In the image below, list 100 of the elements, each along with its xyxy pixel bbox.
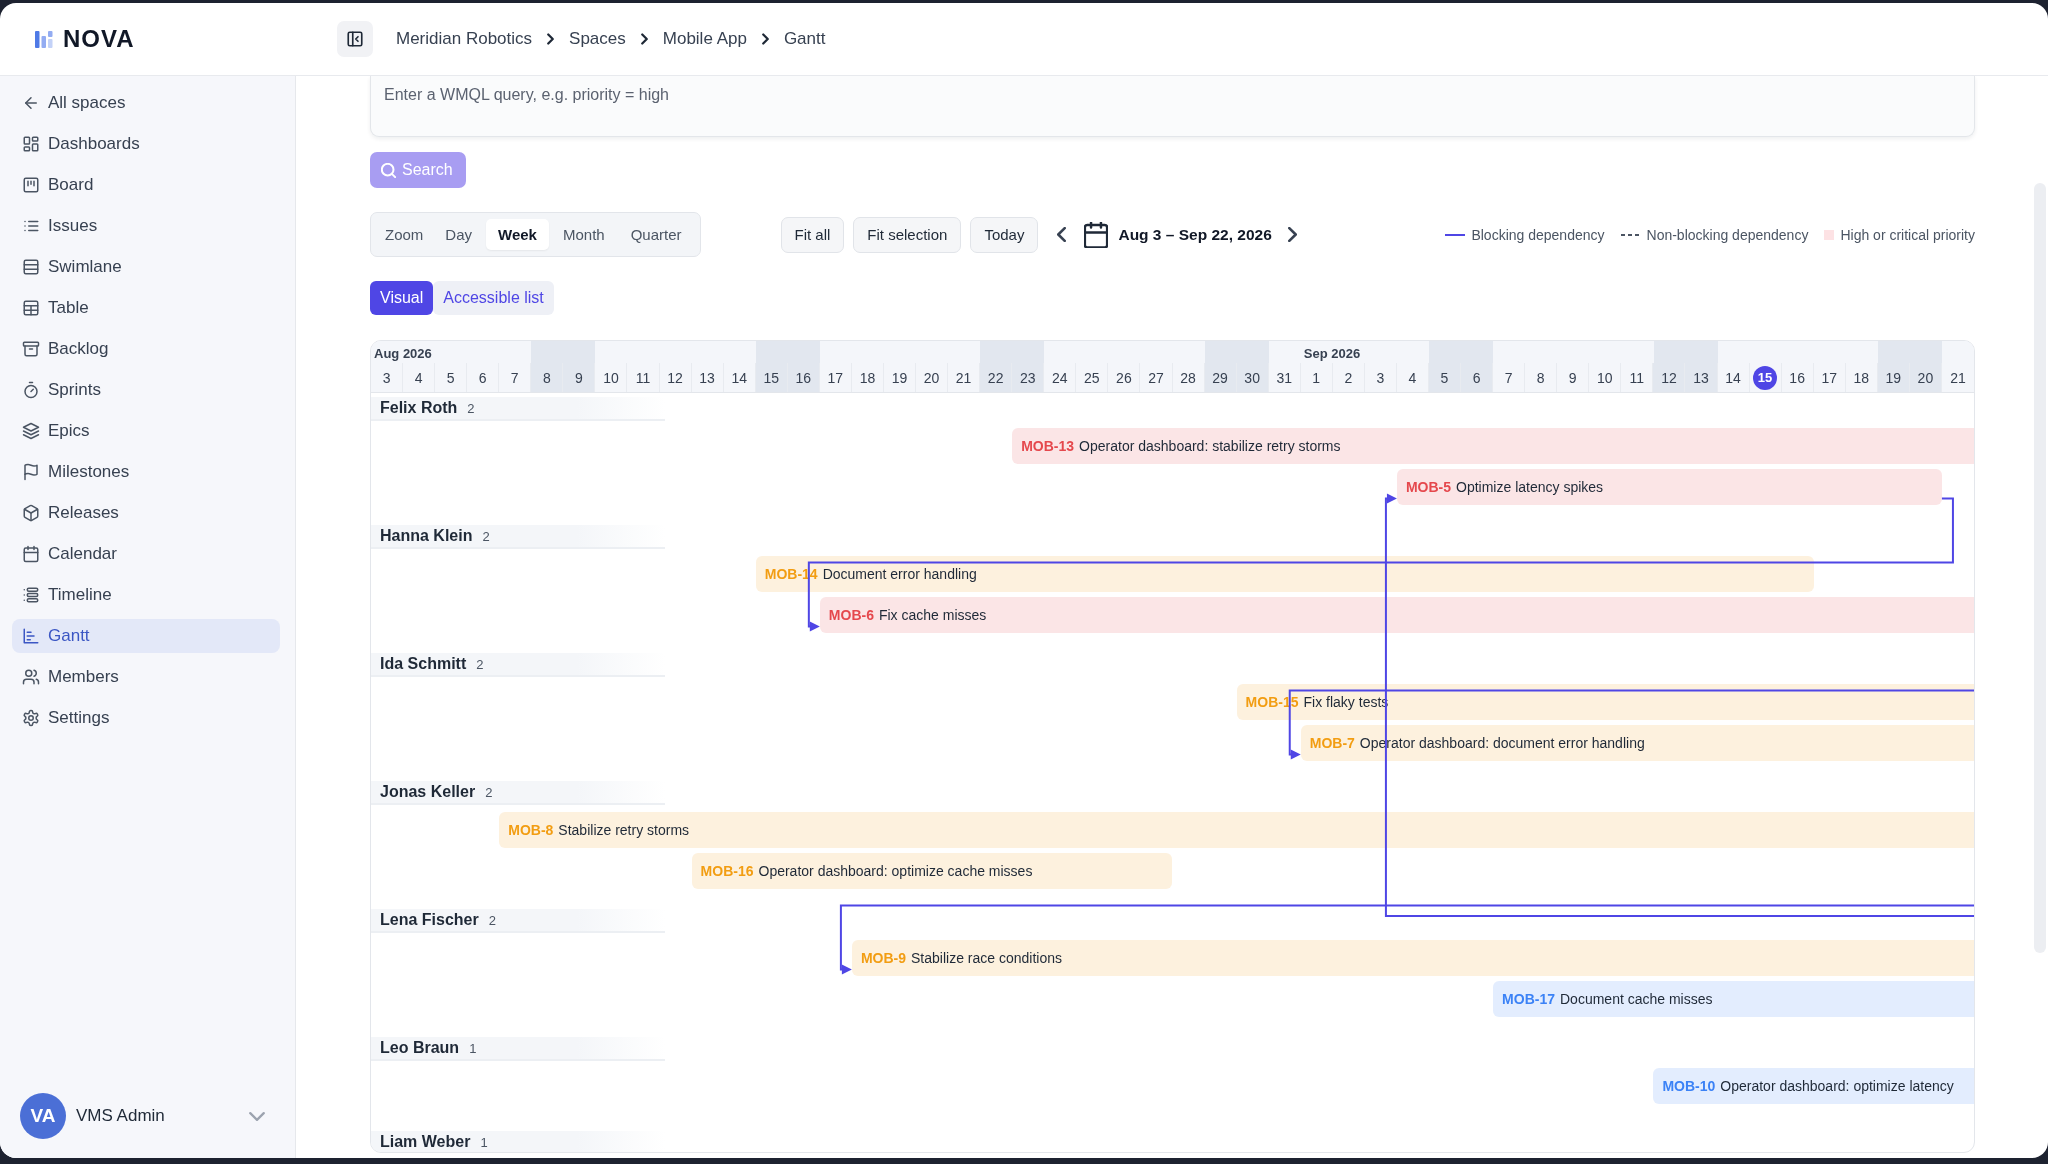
date-range-label: Aug 3 – Sep 22, 2026 bbox=[1118, 225, 1272, 244]
sidebar-toggle-button[interactable] bbox=[337, 21, 373, 57]
user-avatar: VA bbox=[20, 1093, 66, 1139]
day-header-cell: 9 bbox=[563, 363, 596, 392]
previous-range-button[interactable] bbox=[1055, 225, 1069, 244]
nav-item[interactable]: Swimlane bbox=[12, 250, 280, 284]
users-icon bbox=[22, 668, 40, 686]
view-tab[interactable]: Visual bbox=[370, 281, 434, 315]
solid-line-icon bbox=[1445, 233, 1466, 236]
nav-item[interactable]: Table bbox=[12, 291, 280, 325]
day-header-cell: 23 bbox=[1012, 363, 1045, 392]
nav-item[interactable]: Dashboards bbox=[12, 127, 280, 161]
task-title: Fix cache misses bbox=[878, 606, 987, 623]
flag-icon bbox=[22, 463, 40, 481]
zoom-option[interactable]: Week bbox=[486, 219, 549, 250]
nav-item[interactable]: Backlog bbox=[12, 332, 280, 366]
task-key: MOB-16 bbox=[700, 862, 754, 879]
timeline-icon bbox=[22, 586, 40, 604]
table-icon bbox=[22, 299, 40, 317]
zoom-option[interactable]: Month bbox=[550, 219, 617, 250]
group-count: 2 bbox=[482, 528, 490, 544]
nav-item[interactable]: Epics bbox=[12, 414, 280, 448]
day-header-cell: 12 bbox=[1653, 363, 1686, 392]
task-title: Document cache misses bbox=[1560, 990, 1713, 1007]
dashed-line-icon bbox=[1620, 233, 1641, 236]
task-bar[interactable]: MOB-17 Document cache misses bbox=[1493, 980, 1974, 1017]
zoom-option[interactable]: Quarter bbox=[618, 219, 694, 250]
nav-item[interactable]: Calendar bbox=[12, 537, 280, 571]
breadcrumb-link[interactable]: Mobile App bbox=[662, 29, 747, 49]
task-key: MOB-17 bbox=[1502, 990, 1555, 1007]
legend-label: Blocking dependency bbox=[1471, 226, 1605, 243]
panel-left-icon bbox=[346, 30, 364, 48]
day-header-cell: 16 bbox=[787, 363, 820, 392]
day-header-cell: 30 bbox=[1236, 363, 1269, 392]
legend-label: High or critical priority bbox=[1840, 226, 1975, 243]
task-key: MOB-5 bbox=[1405, 478, 1452, 495]
search-icon bbox=[381, 162, 396, 178]
nav-item[interactable]: All spaces bbox=[12, 86, 280, 120]
task-bar[interactable]: MOB-13 Operator dashboard: stabilize retry storms bbox=[1012, 427, 1974, 464]
zoom-option[interactable]: Day bbox=[433, 219, 485, 250]
fit-selection-button[interactable]: Fit selection bbox=[853, 216, 962, 253]
layers-icon bbox=[22, 422, 40, 440]
day-header-cell: 20 bbox=[1909, 363, 1942, 392]
task-key: MOB-9 bbox=[860, 949, 906, 966]
view-tab[interactable]: Accessible list bbox=[433, 281, 554, 315]
task-key: MOB-10 bbox=[1662, 1077, 1716, 1094]
day-header-cell: 22 bbox=[980, 363, 1013, 392]
app-name: NOVA bbox=[63, 25, 135, 53]
calendar-icon bbox=[1084, 221, 1109, 248]
nav-item[interactable]: Gantt bbox=[12, 619, 280, 653]
settings-icon bbox=[22, 709, 40, 727]
breadcrumb-link[interactable]: Spaces bbox=[569, 29, 626, 49]
chevron-right-icon bbox=[639, 33, 649, 45]
chevron-right-icon bbox=[546, 33, 556, 45]
day-header-cell: 19 bbox=[1877, 363, 1910, 392]
group-name: Leo Braun bbox=[380, 1039, 460, 1057]
group-name: Jonas Keller bbox=[380, 783, 476, 801]
task-title: Optimize latency spikes bbox=[1456, 478, 1604, 495]
group-count: 2 bbox=[476, 656, 484, 672]
task-bar[interactable]: MOB-5 Optimize latency spikes bbox=[1396, 468, 1942, 505]
package-icon bbox=[22, 504, 40, 522]
day-header-cell: 6 bbox=[1461, 363, 1494, 392]
task-bar[interactable]: MOB-6 Fix cache misses bbox=[819, 596, 1974, 633]
group-name: Liam Weber bbox=[380, 1133, 471, 1151]
arrow-left-icon bbox=[22, 94, 40, 112]
day-header-cell: 5 bbox=[1428, 363, 1462, 392]
group-count: 1 bbox=[469, 1040, 477, 1056]
task-bar[interactable]: MOB-8 Stabilize retry storms bbox=[499, 811, 1974, 848]
day-header-cell: 15 bbox=[755, 363, 788, 392]
day-header-cell: 13 bbox=[1685, 363, 1718, 392]
nav-item[interactable]: Milestones bbox=[12, 455, 280, 489]
nav-item[interactable]: Settings bbox=[12, 701, 280, 735]
task-bar[interactable]: MOB-16 Operator dashboard: optimize cache misses bbox=[691, 852, 1173, 889]
user-name: VMS Admin bbox=[76, 1106, 165, 1126]
breadcrumb-current: Gantt bbox=[783, 29, 826, 49]
fit-all-button[interactable]: Fit all bbox=[780, 216, 845, 253]
nav-item[interactable]: Sprints bbox=[12, 373, 280, 407]
today-marker: 15 bbox=[1753, 365, 1778, 390]
nav-item[interactable]: Releases bbox=[12, 496, 280, 530]
nav-item[interactable]: Timeline bbox=[12, 578, 280, 612]
zoom-label: Zoom bbox=[384, 226, 425, 243]
task-title: Operator dashboard: optimize latency bbox=[1720, 1077, 1954, 1094]
task-bar[interactable]: MOB-9 Stabilize race conditions bbox=[851, 939, 1974, 976]
task-key: MOB-6 bbox=[828, 606, 874, 623]
breadcrumb-link[interactable]: Meridian Robotics bbox=[396, 29, 533, 49]
today-button[interactable]: Today bbox=[970, 216, 1039, 253]
next-range-button[interactable] bbox=[1285, 225, 1299, 244]
group-name: Lena Fischer bbox=[380, 911, 479, 929]
task-bar[interactable]: MOB-10 Operator dashboard: optimize latency bbox=[1653, 1067, 1974, 1104]
nav-item[interactable]: Issues bbox=[12, 209, 280, 243]
task-key: MOB-8 bbox=[508, 821, 554, 838]
nav-item[interactable]: Board bbox=[12, 168, 280, 202]
task-title: Operator dashboard: stabilize retry storms bbox=[1079, 437, 1341, 454]
legend-label: Non-blocking dependency bbox=[1646, 226, 1809, 243]
query-field[interactable]: Enter a WMQL query, e.g. priority = high bbox=[370, 76, 1975, 137]
task-key: MOB-13 bbox=[1021, 437, 1075, 454]
chevron-right-icon bbox=[760, 33, 770, 45]
stopwatch-icon bbox=[22, 381, 40, 399]
nav-item[interactable]: Members bbox=[12, 660, 280, 694]
chevron-right-icon bbox=[1287, 227, 1297, 242]
